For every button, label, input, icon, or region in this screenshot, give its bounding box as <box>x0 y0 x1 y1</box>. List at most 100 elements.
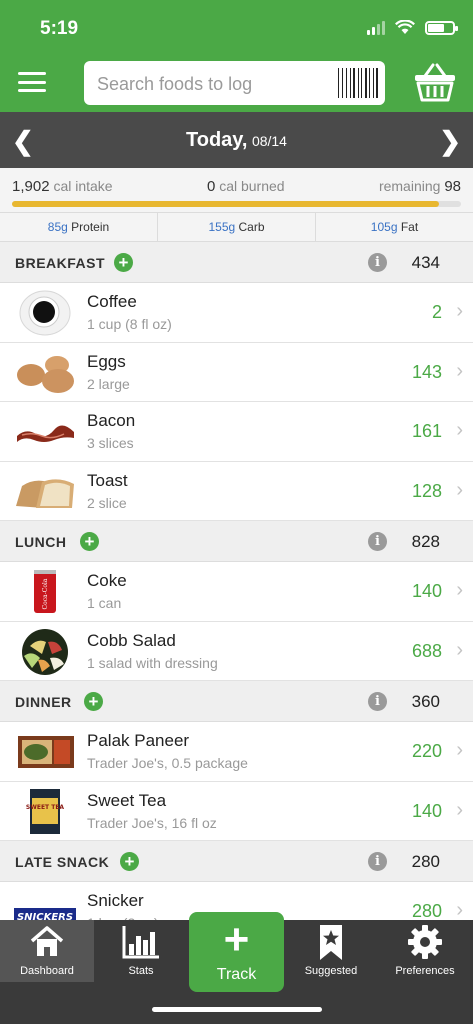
food-name: Bacon <box>87 411 136 430</box>
dinner-info-icon[interactable]: i <box>368 692 387 711</box>
breakfast-info-icon[interactable]: i <box>368 253 387 272</box>
list-item-eggs[interactable]: Eggs 2 large 143 › <box>0 342 473 402</box>
add-dinner-plus-icon[interactable]: + <box>84 692 103 711</box>
food-serving: 2 slice <box>87 494 127 511</box>
food-calories: 128 <box>411 480 442 501</box>
section-total: 360 <box>411 692 440 711</box>
coke-can-thumbnail: Coca-Cola <box>34 570 56 613</box>
list-item-cobb-salad[interactable]: Cobb Salad 1 salad with dressing 688 › <box>0 621 473 681</box>
food-serving: 1 salad with dressing <box>87 654 218 671</box>
section-dinner: DINNER + i 360 <box>0 681 473 722</box>
battery-icon <box>425 20 458 35</box>
chevron-right-icon: › <box>456 739 463 761</box>
macro-fat-value: 105g <box>370 220 398 234</box>
list-item-coke[interactable]: Coca-Cola Coke 1 can 140 › <box>0 562 473 622</box>
tab-preferences[interactable]: Preferences <box>378 920 472 982</box>
bacon-thumbnail <box>17 425 74 442</box>
toast-thumbnail <box>16 478 74 508</box>
food-name: Cobb Salad <box>87 630 176 650</box>
tab-label: Preferences <box>395 965 455 977</box>
food-calories: 2 <box>431 302 442 322</box>
food-calories: 140 <box>411 581 442 601</box>
cellular-signal-icon <box>367 20 385 35</box>
calorie-summary[interactable]: 1,902 cal intake 0 cal burned remaining … <box>0 168 473 212</box>
food-serving: 1 can <box>87 595 122 611</box>
tab-stats[interactable]: Stats <box>94 920 188 982</box>
search-input[interactable]: Search foods to log <box>84 61 385 105</box>
macro-protein-value: 85g <box>47 220 68 234</box>
section-title: BREAKFAST <box>15 255 106 271</box>
add-breakfast-plus-icon[interactable]: + <box>114 253 133 272</box>
date-label[interactable]: Today, 08/14 <box>0 129 473 152</box>
section-title: LUNCH <box>15 534 67 550</box>
add-late-snack-plus-icon[interactable]: + <box>120 852 139 871</box>
section-late-snack: LATE SNACK + i 280 <box>0 841 473 882</box>
sweet-tea-thumbnail: SWEET TEA <box>26 788 64 834</box>
food-name: Coffee <box>87 292 137 311</box>
food-serving: Trader Joe's, 16 fl oz <box>87 814 217 831</box>
food-calories: 140 <box>411 800 442 821</box>
track-button[interactable]: + Track <box>189 912 284 992</box>
menu-icon[interactable] <box>18 72 46 92</box>
food-calories: 688 <box>411 640 442 661</box>
tab-dashboard[interactable]: Dashboard <box>0 920 94 982</box>
macros-row[interactable]: 85g Protein 155g Carb 105g Fat <box>0 212 473 242</box>
macro-protein-label: Protein <box>71 220 110 234</box>
calorie-progress-fill <box>12 201 439 207</box>
macro-carb-label: Carb <box>238 220 265 234</box>
intake-label: cal intake <box>53 178 113 194</box>
section-title: DINNER <box>15 694 72 710</box>
coffee-thumbnail <box>19 290 71 336</box>
list-item-bacon[interactable]: Bacon 3 slices 161 › <box>0 402 473 462</box>
gear-icon <box>408 925 442 959</box>
section-total: 434 <box>411 253 440 272</box>
section-title: LATE SNACK <box>15 854 110 870</box>
section-total: 828 <box>411 532 440 551</box>
food-calories: 143 <box>411 361 442 382</box>
top-bar: 5:19 Search foods to log <box>0 0 473 112</box>
food-name: Eggs <box>87 351 126 371</box>
food-calories: 161 <box>411 421 442 441</box>
tab-suggested[interactable]: Suggested <box>284 920 378 982</box>
status-icons <box>367 20 458 35</box>
macro-carb: 155g Carb <box>158 213 316 241</box>
bookmark-star-icon <box>320 925 342 960</box>
chevron-right-icon: › <box>456 419 463 441</box>
chevron-right-icon: › <box>456 478 463 501</box>
list-item-toast[interactable]: Toast 2 slice 128 › <box>0 461 473 521</box>
intake-value: 1,902 <box>12 178 50 195</box>
burned-summary: 0 cal burned <box>207 178 285 195</box>
food-name: Toast <box>87 470 128 490</box>
next-day-chevron-icon[interactable]: ❯ <box>439 126 461 157</box>
food-serving: 1 cup (8 fl oz) <box>87 316 172 332</box>
basket-icon[interactable] <box>413 62 457 102</box>
add-lunch-plus-icon[interactable]: + <box>80 532 99 551</box>
plus-icon: + <box>223 915 250 964</box>
list-item-coffee[interactable]: Coffee 1 cup (8 fl oz) 2 › <box>0 283 473 343</box>
late-snack-info-icon[interactable]: i <box>368 852 387 871</box>
remaining-value: 98 <box>444 178 461 195</box>
tab-label: Suggested <box>304 965 358 977</box>
chevron-right-icon: › <box>456 638 463 661</box>
list-item-sweet-tea[interactable]: SWEET TEA Sweet Tea Trader Joe's, 16 fl … <box>0 781 473 841</box>
food-name: Snicker <box>87 891 144 910</box>
chevron-right-icon: › <box>456 798 463 821</box>
track-label: Track <box>216 966 257 983</box>
chevron-right-icon: › <box>456 579 463 601</box>
date-today-label: Today, <box>186 129 248 151</box>
list-item-palak-paneer[interactable]: Palak Paneer Trader Joe's, 0.5 package 2… <box>0 722 473 782</box>
macro-fat: 105g Fat <box>316 213 473 241</box>
section-total: 280 <box>411 852 440 871</box>
status-time: 5:19 <box>40 18 79 39</box>
macro-protein: 85g Protein <box>0 213 158 241</box>
food-name: Coke <box>87 571 127 590</box>
barcode-scan-icon[interactable] <box>337 67 379 99</box>
coke-can-text: Coca-Cola <box>42 578 49 609</box>
lunch-info-icon[interactable]: i <box>368 532 387 551</box>
home-icon <box>30 926 64 956</box>
food-log-list: BREAKFAST + i 434 Coffee 1 cup (8 fl oz)… <box>0 242 473 942</box>
tab-label: Dashboard <box>20 965 74 977</box>
food-calories: 220 <box>411 741 442 761</box>
date-value: 08/14 <box>251 133 287 149</box>
eggs-thumbnail <box>17 355 74 393</box>
